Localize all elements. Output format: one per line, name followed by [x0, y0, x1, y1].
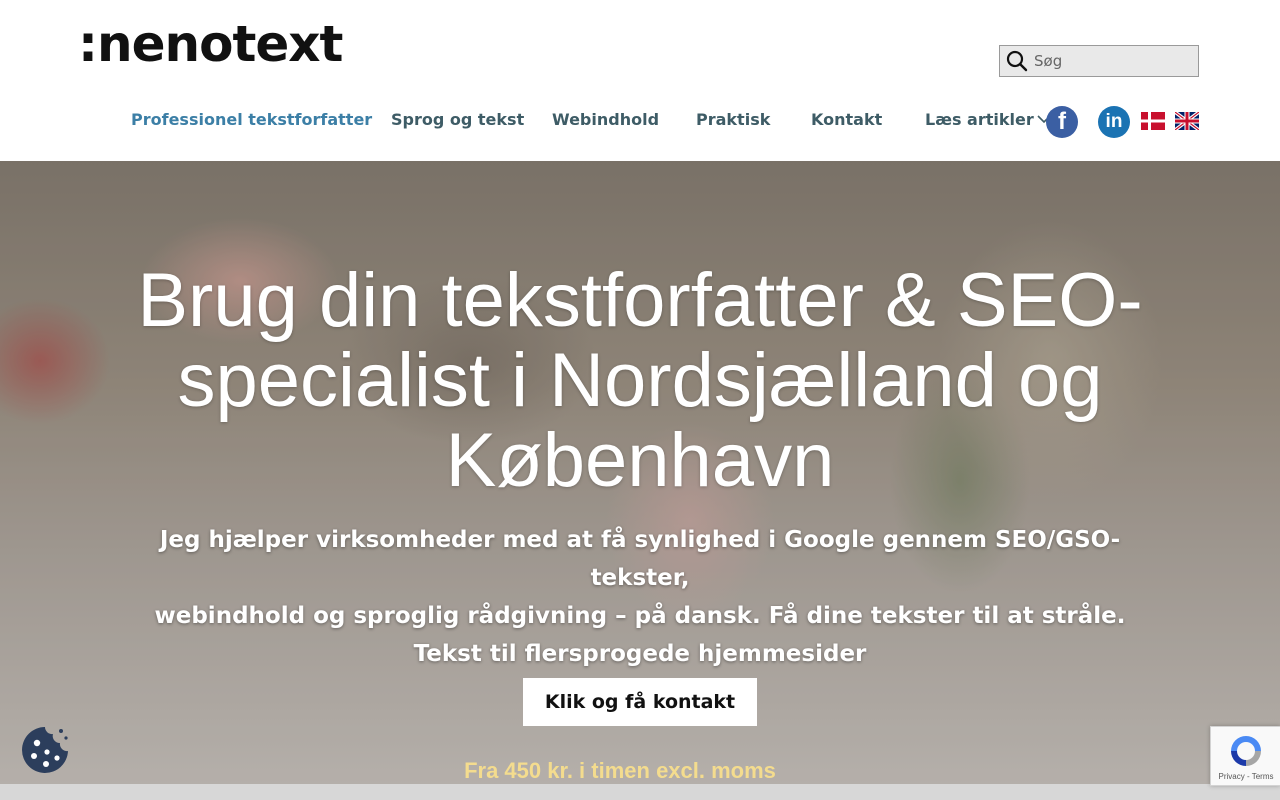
contact-cta-button[interactable]: Klik og få kontakt: [523, 678, 757, 726]
nav-item-praktisk[interactable]: Praktisk: [696, 104, 770, 138]
facebook-icon[interactable]: f: [1046, 106, 1078, 138]
nav-item-webindhold[interactable]: Webindhold: [552, 104, 659, 138]
linkedin-glyph: in: [1105, 111, 1123, 132]
price-text: Fra 450 kr. i timen excl. moms: [464, 758, 776, 783]
hero-lead-line: Tekst til flersprogede hjemmesider: [413, 641, 867, 667]
linkedin-icon[interactable]: in: [1098, 106, 1130, 138]
danish-flag-icon[interactable]: [1141, 112, 1165, 130]
search-box[interactable]: [999, 45, 1199, 77]
section-divider: [0, 784, 1280, 800]
nav-item-label: Læs artikler: [925, 110, 1034, 129]
hero-title: Brug din tekstforfatter & SEO-specialist…: [137, 258, 1143, 503]
recaptcha-links[interactable]: Privacy - Terms: [1211, 772, 1280, 781]
search-input[interactable]: [1034, 52, 1184, 70]
nav-item-professionel-tekstforfatter[interactable]: Professionel tekstforfatter: [131, 104, 372, 138]
uk-flag-icon[interactable]: [1175, 112, 1199, 130]
hero-section: Brug din tekstforfatter & SEO-specialist…: [0, 161, 1280, 800]
recaptcha-icon: [1231, 736, 1261, 766]
hero-lead-line: Jeg hjælper virksomheder med at få synli…: [159, 527, 1121, 591]
nav-item-kontakt[interactable]: Kontakt: [811, 104, 882, 138]
recaptcha-badge[interactable]: Privacy - Terms: [1210, 726, 1280, 786]
hero-lead: Jeg hjælper virksomheder med at få synli…: [120, 521, 1160, 673]
cookie-settings-icon[interactable]: [20, 725, 70, 775]
facebook-glyph: f: [1058, 108, 1066, 135]
main-nav: Professionel tekstforfatter Sprog og tek…: [0, 104, 1280, 138]
hero-lead-line: webindhold og sproglig rådgivning – på d…: [154, 603, 1126, 629]
nav-item-laes-artikler[interactable]: Læs artikler: [925, 104, 1051, 138]
nav-item-sprog-og-tekst[interactable]: Sprog og tekst: [391, 104, 524, 138]
site-header: :nenotext Professionel tekstforfatter Sp…: [0, 0, 1280, 161]
search-icon[interactable]: [1006, 50, 1028, 72]
site-logo[interactable]: :nenotext: [78, 14, 343, 74]
